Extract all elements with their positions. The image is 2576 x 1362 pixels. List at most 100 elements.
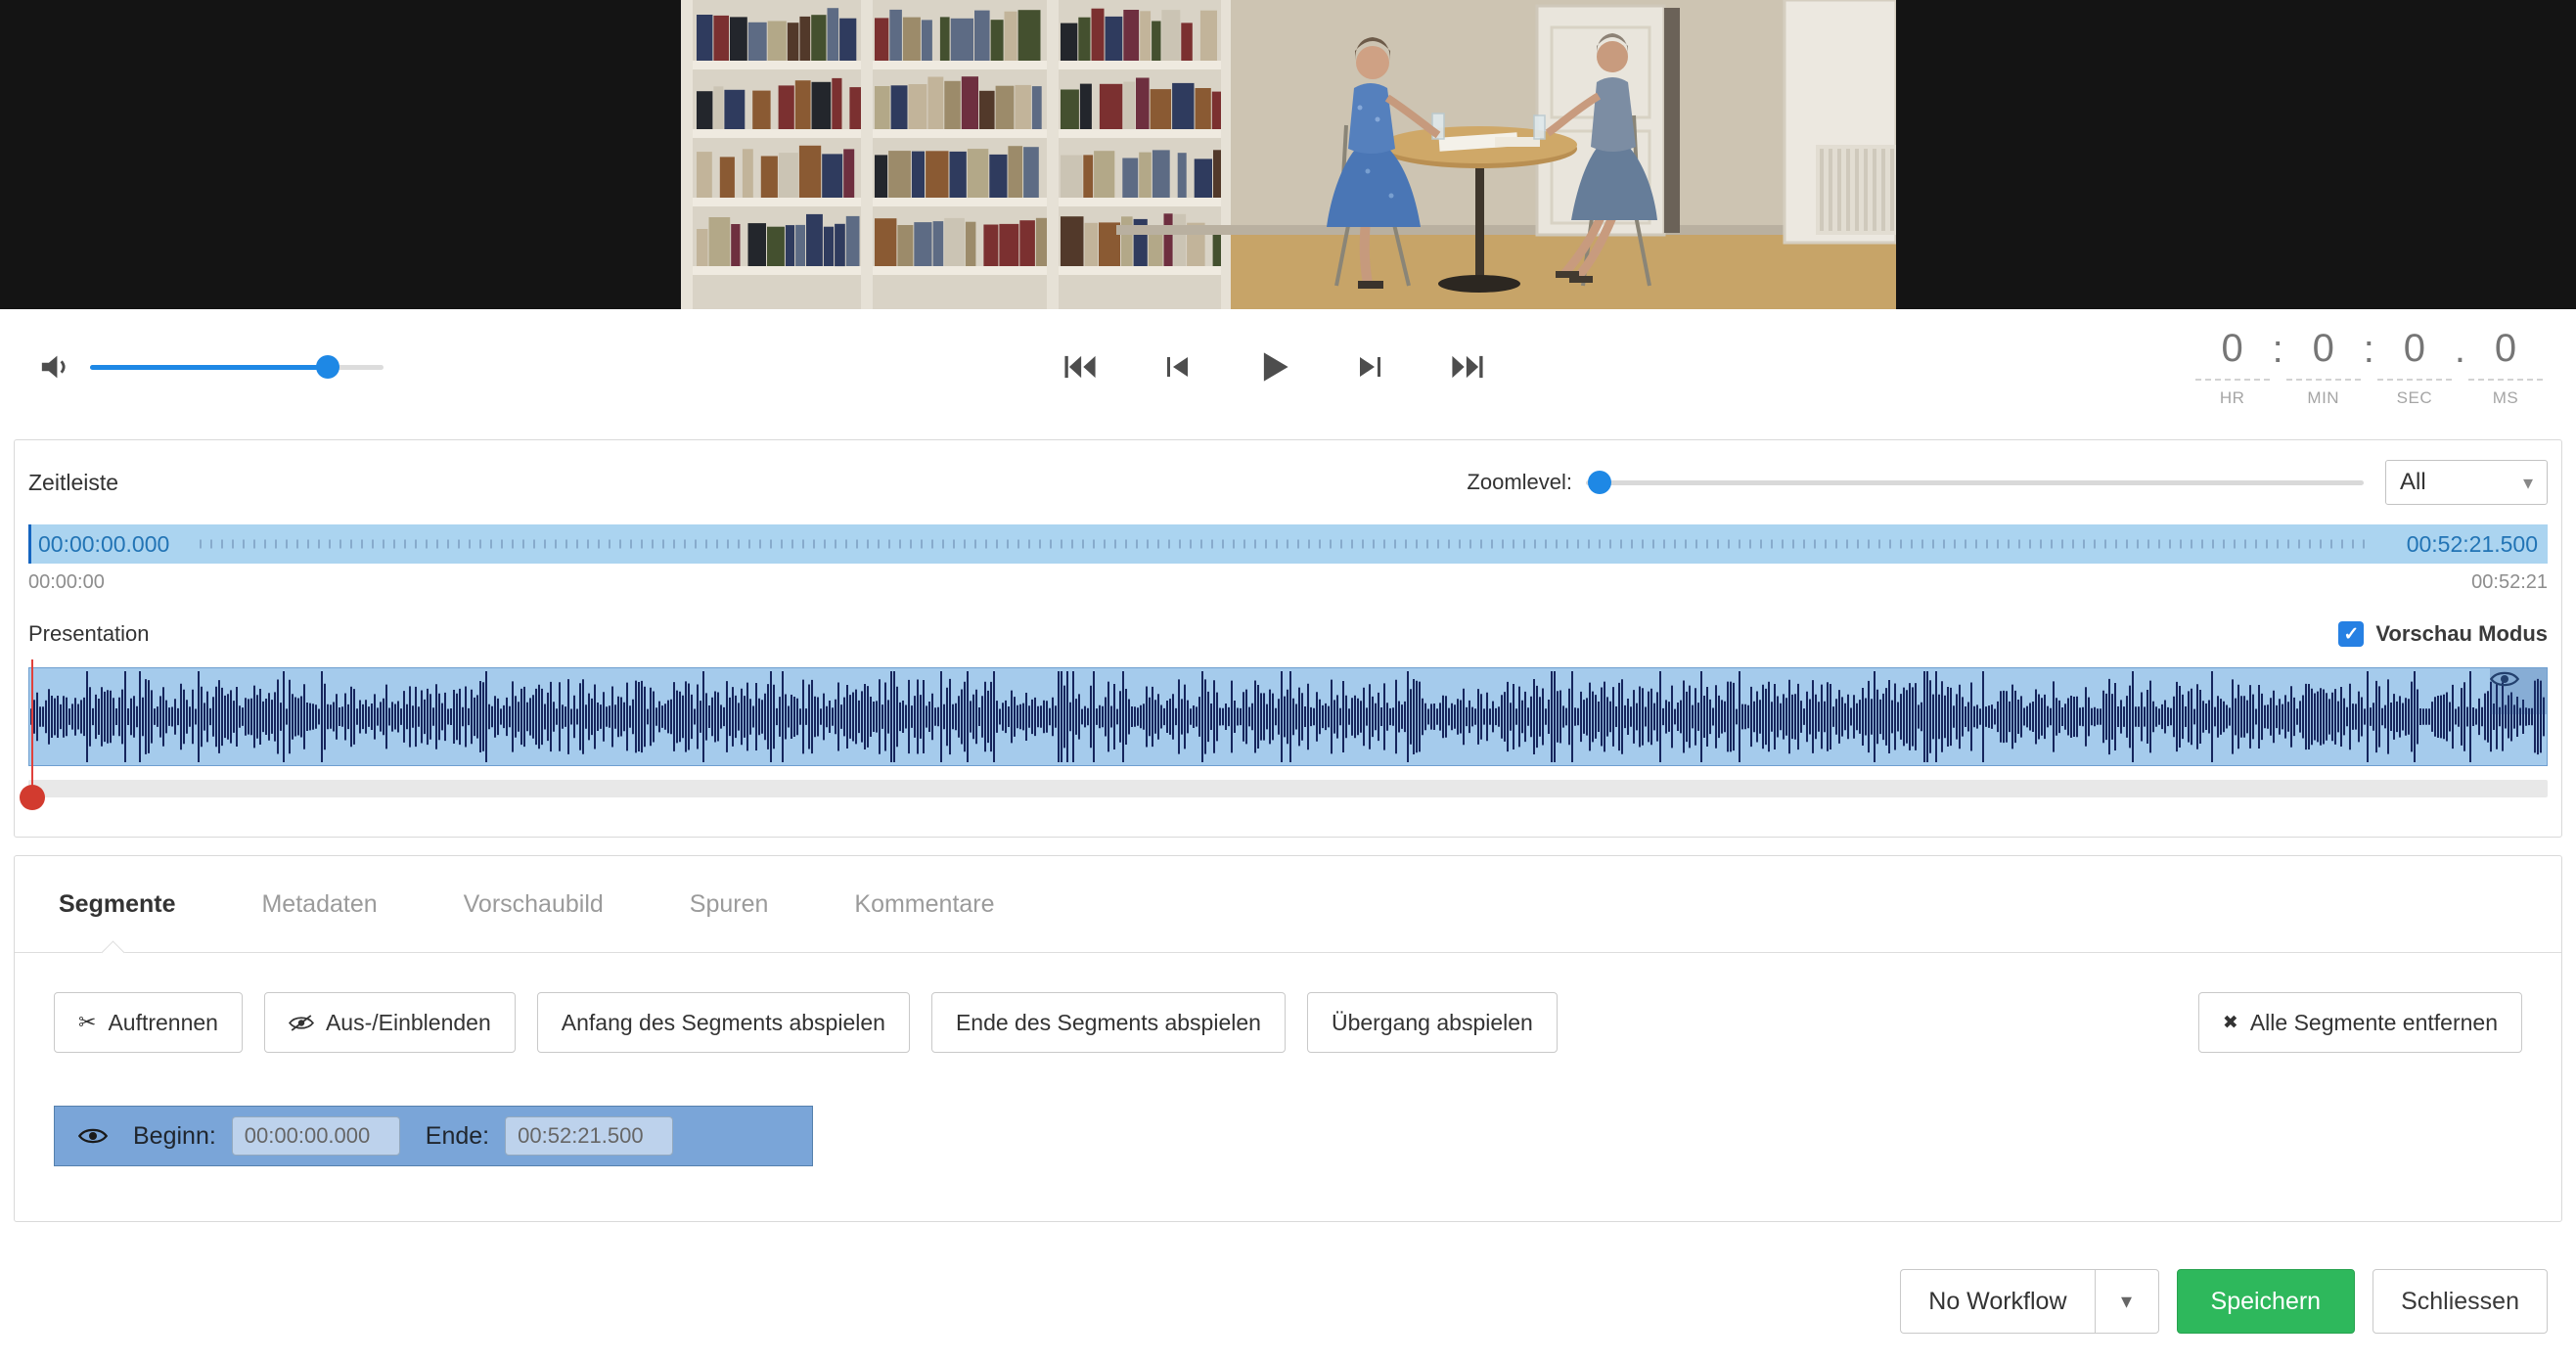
playhead-handle[interactable]	[20, 785, 45, 810]
time-seconds-value: 0	[2377, 327, 2452, 381]
editor-tabs-panel: Segmente Metadaten Vorschaubild Spuren K…	[14, 855, 2562, 1222]
tab-metadaten[interactable]: Metadaten	[261, 890, 377, 919]
time-minutes-value: 0	[2286, 327, 2361, 381]
time-seconds: 0 SEC	[2377, 327, 2452, 408]
remove-all-segments-label: Alle Segmente entfernen	[2250, 1010, 2498, 1036]
waveform-svg	[29, 668, 2547, 765]
time-seconds-label: SEC	[2397, 388, 2432, 408]
zoom-label: Zoomlevel:	[1467, 470, 1572, 495]
timeline-header: Zeitleiste Zoomlevel: All ▾	[28, 440, 2548, 524]
axis-start-time: 00:00:00	[28, 571, 105, 595]
timeline-start-time: 00:00:00.000	[38, 531, 169, 558]
segment-end-label: Ende:	[426, 1122, 489, 1151]
time-display: 0 HR : 0 MIN : 0 SEC . 0 MS	[2195, 327, 2543, 408]
close-button[interactable]: Schliessen	[2373, 1269, 2548, 1334]
segment-toolbar: ✂ Auftrennen Aus-/Einblenden Anfang des …	[54, 992, 2522, 1053]
chevron-down-icon: ▾	[2523, 471, 2533, 495]
time-ms-label: MS	[2493, 388, 2519, 408]
footer-actions: No Workflow ▾ Speichern Schliessen	[0, 1222, 2576, 1334]
skip-to-start-button[interactable]	[1061, 351, 1100, 383]
zoom-handle[interactable]	[1588, 471, 1611, 494]
preview-mode-toggle[interactable]: ✓ Vorschau Modus	[2338, 621, 2548, 647]
playhead-line	[31, 659, 33, 789]
toggle-segment-visibility-label: Aus-/Einblenden	[326, 1010, 491, 1036]
remove-icon: ✖	[2223, 1012, 2238, 1033]
track-header: Presentation ✓ Vorschau Modus	[28, 607, 2548, 661]
timeline-axis: 00:00:00 00:52:21	[28, 571, 2548, 595]
timeline-title: Zeitleiste	[28, 470, 118, 496]
play-button[interactable]	[1256, 349, 1291, 385]
previous-frame-button[interactable]	[1160, 351, 1196, 383]
volume-fill	[90, 365, 328, 370]
workflow-select-value[interactable]: No Workflow	[1900, 1269, 2094, 1334]
volume-slider[interactable]	[90, 365, 384, 370]
timeline-ticks	[200, 540, 2367, 549]
next-frame-button[interactable]	[1352, 351, 1387, 383]
scissors-icon: ✂	[78, 1011, 96, 1035]
waveform-track[interactable]	[28, 667, 2548, 766]
volume-handle[interactable]	[316, 355, 339, 379]
time-separator: :	[2361, 327, 2377, 373]
zoom-slider[interactable]	[1586, 480, 2364, 485]
speaker-icon	[39, 352, 72, 382]
zoom-range-value: All	[2400, 469, 2426, 496]
segment-eye-icon	[78, 1125, 108, 1147]
waveform-section	[28, 667, 2548, 797]
segment-list-item[interactable]: Beginn: Ende:	[54, 1106, 813, 1166]
timeline-end-time: 00:52:21.500	[2407, 531, 2538, 558]
time-hours-value: 0	[2195, 327, 2270, 381]
waveform-scrollbar[interactable]	[28, 780, 2548, 797]
tab-spuren[interactable]: Spuren	[690, 890, 769, 919]
skip-to-end-button[interactable]	[1448, 351, 1487, 383]
time-separator: .	[2452, 327, 2468, 373]
segment-begin-label: Beginn:	[133, 1122, 216, 1151]
play-transition-button[interactable]: Übergang abspielen	[1307, 992, 1558, 1053]
transport-controls	[1061, 309, 1487, 425]
axis-end-time: 00:52:21	[2471, 571, 2548, 595]
workflow-select[interactable]: No Workflow ▾	[1900, 1269, 2158, 1334]
timeline-panel: Zeitleiste Zoomlevel: All ▾ 00:00:00.000…	[14, 439, 2562, 838]
segment-end-input[interactable]	[505, 1116, 673, 1156]
tab-kommentare[interactable]: Kommentare	[854, 890, 994, 919]
time-separator: :	[2270, 327, 2286, 373]
skip-end-icon	[1448, 351, 1487, 383]
eye-slash-icon	[289, 1014, 314, 1032]
toggle-segment-visibility-button[interactable]: Aus-/Einblenden	[264, 992, 516, 1053]
tab-segmente[interactable]: Segmente	[59, 890, 175, 919]
next-frame-icon	[1352, 351, 1387, 383]
preview-mode-label: Vorschau Modus	[2375, 621, 2548, 647]
segment-begin-input[interactable]	[232, 1116, 400, 1156]
time-minutes-label: MIN	[2307, 388, 2339, 408]
active-tab-notch	[101, 940, 124, 964]
timeline-bar[interactable]: 00:00:00.000 00:52:21.500	[28, 524, 2548, 564]
play-segment-start-label: Anfang des Segments abspielen	[562, 1010, 885, 1036]
time-minutes: 0 MIN	[2286, 327, 2361, 408]
video-stage	[0, 0, 2576, 309]
tab-vorschaubild[interactable]: Vorschaubild	[464, 890, 604, 919]
time-ms: 0 MS	[2468, 327, 2543, 408]
play-segment-end-button[interactable]: Ende des Segments abspielen	[931, 992, 1286, 1053]
skip-start-icon	[1061, 351, 1100, 383]
preview-mode-checkbox[interactable]: ✓	[2338, 621, 2364, 647]
check-icon: ✓	[2343, 623, 2359, 646]
split-segment-label: Auftrennen	[108, 1010, 218, 1036]
play-segment-end-label: Ende des Segments abspielen	[956, 1010, 1261, 1036]
remove-all-segments-button[interactable]: ✖ Alle Segmente entfernen	[2198, 992, 2522, 1053]
video-frame	[681, 0, 1896, 309]
chevron-down-icon: ▾	[2121, 1289, 2132, 1314]
zoom-range-select[interactable]: All ▾	[2385, 460, 2548, 505]
save-button[interactable]: Speichern	[2177, 1269, 2356, 1334]
volume-button[interactable]	[39, 352, 72, 382]
volume-control	[39, 309, 384, 425]
split-segment-button[interactable]: ✂ Auftrennen	[54, 992, 243, 1053]
player-controls: 0 HR : 0 MIN : 0 SEC . 0 MS	[0, 309, 2576, 425]
segment-visibility-toggle[interactable]	[2490, 668, 2547, 714]
time-ms-value: 0	[2468, 327, 2543, 381]
track-title: Presentation	[28, 621, 150, 647]
previous-frame-icon	[1160, 351, 1196, 383]
time-hours-label: HR	[2220, 388, 2245, 408]
time-hours: 0 HR	[2195, 327, 2270, 408]
play-segment-start-button[interactable]: Anfang des Segments abspielen	[537, 992, 910, 1053]
play-icon	[1256, 349, 1291, 385]
workflow-caret-button[interactable]: ▾	[2095, 1269, 2159, 1334]
